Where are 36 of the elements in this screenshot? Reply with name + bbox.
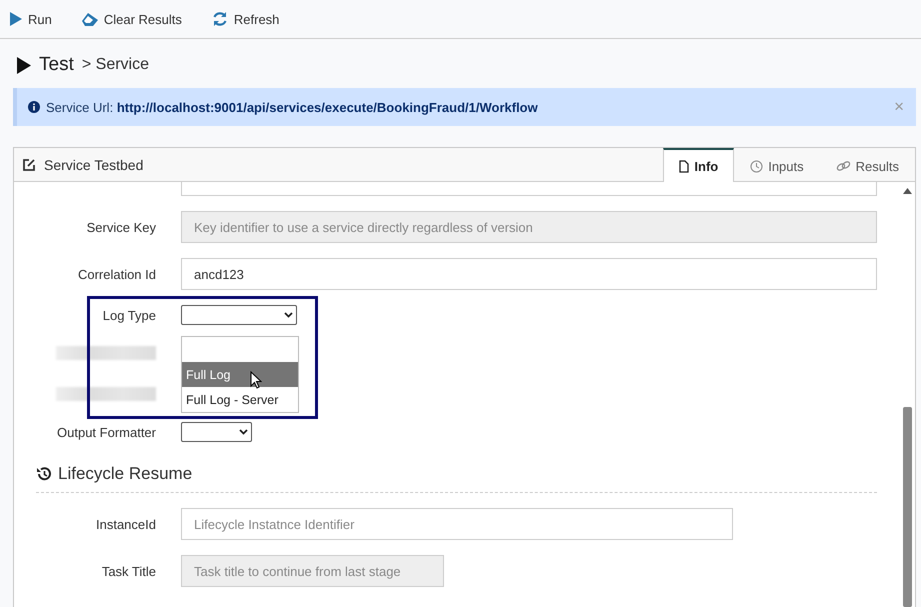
refresh-icon [212, 11, 228, 27]
edit-icon [22, 158, 36, 172]
page-title: Test [39, 54, 74, 76]
play-icon [17, 56, 31, 74]
tab[interactable]: Inputs [734, 148, 820, 182]
file-icon [679, 160, 690, 172]
eraser-icon [82, 12, 98, 26]
tab[interactable]: Info [663, 148, 734, 182]
tab[interactable]: Results [820, 148, 915, 182]
chevron-down-icon [284, 312, 293, 318]
field-label: Service Key [86, 220, 156, 234]
alert-message: Service Url: http://localhost:9001/api/services/execute/BookingFraud/1/Workflow [46, 100, 539, 114]
field-label: InstanceId [95, 516, 156, 532]
field-label: Correlation Id [76, 266, 156, 282]
scroll-up-icon [902, 188, 912, 194]
chevron-down-icon [239, 429, 248, 435]
clock-icon [750, 160, 764, 172]
dropdown[interactable] [181, 422, 252, 442]
field-label: Task Title [100, 564, 156, 578]
dropdown-option[interactable]: Full Log [182, 362, 298, 387]
breadcrumb-current: > Service [82, 56, 150, 74]
info-icon [28, 101, 40, 113]
toolbar-button[interactable]: Clear Results [82, 12, 182, 26]
play-icon [10, 12, 22, 26]
toolbar-button[interactable]: Run [10, 12, 52, 26]
history-icon [36, 466, 52, 482]
toolbar-button[interactable]: Refresh [212, 11, 280, 27]
text-field[interactable]: Lifecycle Instatnce Identifier [181, 508, 733, 540]
card-title: Service Testbed [44, 156, 144, 172]
cursor-icon [250, 370, 262, 388]
field-label: Log Type [102, 308, 156, 322]
section-title: Lifecycle Resume [58, 464, 192, 484]
dropdown[interactable] [181, 305, 297, 325]
link-icon [836, 160, 851, 172]
field-label: Output Formatter [56, 424, 156, 440]
text-field[interactable]: ancd123 [181, 258, 877, 290]
